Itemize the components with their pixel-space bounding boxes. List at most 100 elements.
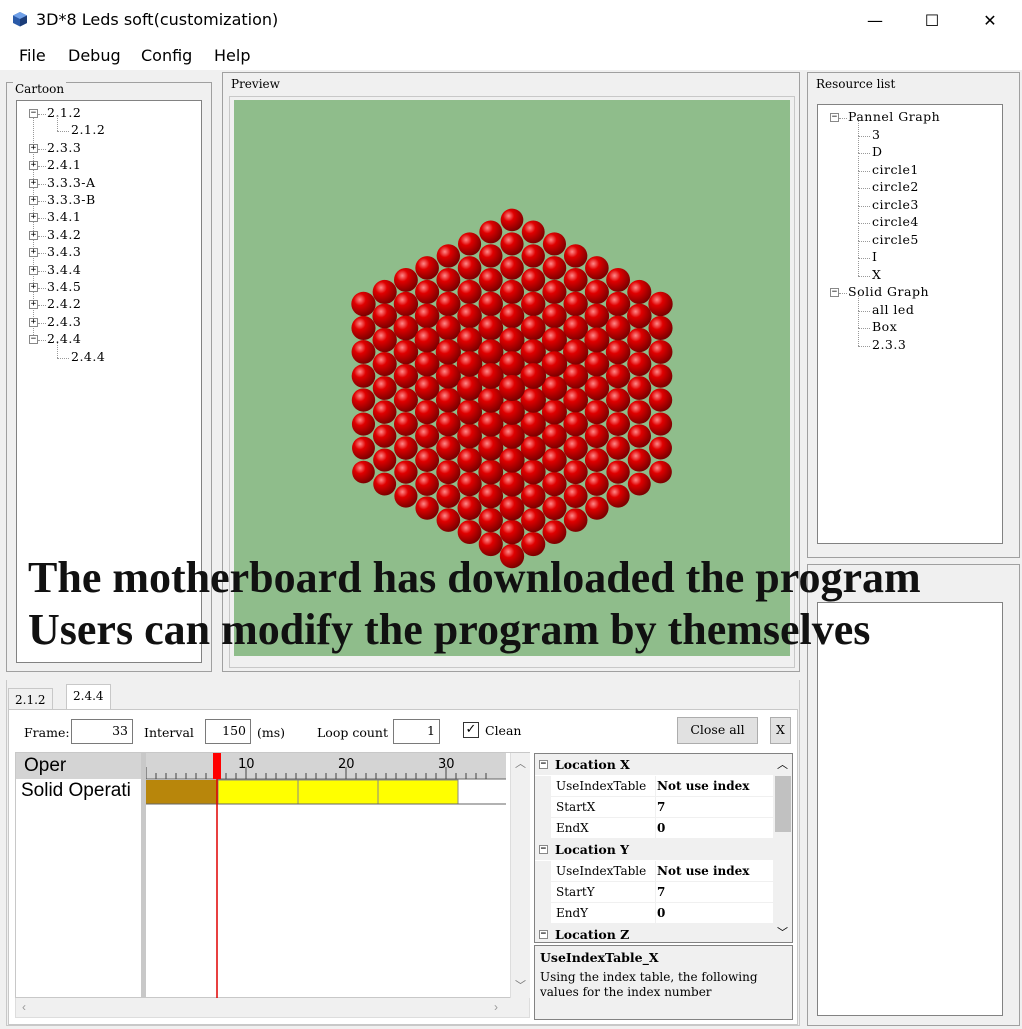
timeline-vscrollbar[interactable]: ︿ ﹀ bbox=[510, 753, 530, 998]
tree-toggle-icon[interactable]: + bbox=[29, 283, 38, 292]
operation-segment[interactable] bbox=[217, 779, 459, 805]
tree-item-3-4-4[interactable]: +3.4.4 bbox=[17, 262, 197, 279]
resource-item[interactable]: I bbox=[818, 243, 998, 266]
scroll-thumb[interactable] bbox=[775, 776, 791, 832]
tree-toggle-icon[interactable]: − bbox=[29, 335, 38, 345]
tree-connector bbox=[57, 357, 69, 359]
timeline[interactable]: Oper Solid Operati 10 20 30 ︿ ﹀ bbox=[15, 752, 530, 998]
scroll-down-icon[interactable]: ﹀ bbox=[515, 977, 526, 993]
tree-toggle-icon[interactable]: − bbox=[29, 109, 38, 118]
timeline-track[interactable]: 10 20 30 bbox=[146, 753, 506, 998]
property-value[interactable]: 7 bbox=[657, 882, 773, 903]
resource-group-solid-graph[interactable]: − Solid Graph bbox=[818, 284, 998, 301]
scroll-up-icon[interactable]: ︿ bbox=[777, 756, 788, 772]
property-row[interactable]: UseIndexTable Not use index bbox=[535, 776, 773, 797]
led-sphere bbox=[520, 459, 546, 485]
playhead-handle[interactable] bbox=[213, 753, 221, 779]
tree-toggle-icon[interactable]: − bbox=[830, 113, 839, 122]
tree-toggle-icon[interactable]: + bbox=[29, 300, 38, 310]
property-row[interactable]: StartY 7 bbox=[535, 882, 773, 903]
loop-count-input[interactable]: 1 bbox=[393, 719, 440, 744]
tree-toggle-icon[interactable]: + bbox=[29, 143, 38, 153]
menu-debug[interactable]: Debug bbox=[68, 46, 121, 65]
resource-item[interactable]: 2.3.3 bbox=[818, 330, 998, 354]
tree-child-2-4-4[interactable]: 2.4.4 bbox=[17, 342, 197, 366]
property-category[interactable]: − Location X bbox=[535, 754, 773, 775]
scroll-right-icon[interactable]: › bbox=[494, 1000, 498, 1014]
property-row[interactable]: EndX 0 bbox=[535, 818, 773, 839]
tree-item-3-3-3-B[interactable]: +3.3.3-B bbox=[17, 192, 197, 209]
collapse-icon[interactable]: − bbox=[539, 930, 548, 939]
led-sphere bbox=[372, 327, 397, 353]
tree-toggle-icon[interactable]: + bbox=[29, 317, 38, 327]
tab-2-4-4[interactable]: 2.4.4 bbox=[66, 684, 111, 710]
menu-file[interactable]: File bbox=[19, 46, 46, 65]
tree-toggle-icon[interactable]: + bbox=[29, 248, 38, 258]
resource-item[interactable]: circle5 bbox=[818, 225, 998, 249]
scroll-up-icon[interactable]: ︿ bbox=[515, 755, 526, 771]
timeline-row-label[interactable]: Solid Operati bbox=[16, 779, 141, 805]
tree-child-2-1-2[interactable]: 2.1.2 bbox=[17, 116, 197, 139]
property-value[interactable]: 7 bbox=[657, 797, 773, 818]
tree-item-2-4-2[interactable]: +2.4.2 bbox=[17, 296, 197, 313]
scroll-left-icon[interactable]: ‹ bbox=[22, 1000, 26, 1014]
tree-toggle-icon[interactable]: + bbox=[29, 196, 38, 205]
property-value[interactable]: Not use index bbox=[657, 861, 773, 882]
resource-item[interactable]: Box bbox=[818, 313, 998, 336]
tree-item-2-4-3[interactable]: +2.4.3 bbox=[17, 314, 197, 331]
resource-item[interactable]: circle4 bbox=[818, 208, 998, 231]
resource-item[interactable]: 3 bbox=[818, 120, 998, 144]
tree-item-3-4-3[interactable]: +3.4.3 bbox=[17, 244, 197, 261]
clean-checkbox[interactable]: ✓ bbox=[463, 722, 479, 738]
tree-connector bbox=[57, 131, 69, 133]
tree-item-3-4-1[interactable]: +3.4.1 bbox=[17, 209, 197, 226]
tree-item-2-4-4[interactable]: −2.4.4 bbox=[17, 331, 197, 348]
property-category[interactable]: − Location Z bbox=[535, 924, 773, 942]
close-tab-button[interactable]: X bbox=[770, 717, 791, 744]
tree-item-3-4-5[interactable]: +3.4.5 bbox=[17, 279, 197, 296]
tree-toggle-icon[interactable]: − bbox=[830, 288, 839, 297]
tree-toggle-icon[interactable]: + bbox=[29, 265, 38, 275]
tree-item-2-1-2[interactable]: −2.1.2 bbox=[17, 105, 197, 122]
resource-item[interactable]: circle1 bbox=[818, 155, 998, 179]
collapse-icon[interactable]: − bbox=[539, 760, 548, 769]
resource-item[interactable]: circle3 bbox=[818, 190, 998, 214]
property-row[interactable]: StartX 7 bbox=[535, 797, 773, 818]
menu-help[interactable]: Help bbox=[214, 46, 250, 65]
tree-item-2-4-1[interactable]: +2.4.1 bbox=[17, 157, 197, 174]
timeline-hscrollbar[interactable]: ‹ › bbox=[15, 998, 530, 1018]
tree-connector bbox=[858, 173, 859, 188]
resource-item[interactable]: X bbox=[818, 260, 998, 284]
tree-item-3-4-2[interactable]: +3.4.2 bbox=[17, 227, 197, 244]
scroll-down-icon[interactable]: ﹀ bbox=[777, 924, 788, 940]
property-value[interactable]: 0 bbox=[657, 903, 773, 924]
resource-item[interactable]: all led bbox=[818, 295, 998, 319]
resource-group-pannel-graph[interactable]: − Pannel Graph bbox=[818, 109, 998, 126]
tree-toggle-icon[interactable]: + bbox=[29, 230, 38, 240]
tab-2-1-2[interactable]: 2.1.2 bbox=[8, 688, 53, 711]
menu-config[interactable]: Config bbox=[141, 46, 192, 65]
property-category[interactable]: − Location Y bbox=[535, 839, 773, 860]
tree-item-3-3-3-A[interactable]: +3.3.3-A bbox=[17, 175, 197, 192]
property-row[interactable]: UseIndexTable Not use index bbox=[535, 861, 773, 882]
tree-item-2-3-3[interactable]: +2.3.3 bbox=[17, 140, 197, 157]
property-value[interactable]: 0 bbox=[657, 818, 773, 839]
led-sphere bbox=[373, 472, 397, 496]
close-all-button[interactable]: Close all bbox=[677, 717, 758, 744]
resource-item[interactable]: circle2 bbox=[818, 173, 998, 196]
close-window-button[interactable]: ✕ bbox=[967, 6, 1013, 34]
minimize-button[interactable]: — bbox=[852, 6, 898, 34]
property-scrollbar[interactable]: ︿ ﹀ bbox=[773, 754, 792, 942]
tree-toggle-icon[interactable]: + bbox=[29, 178, 38, 188]
maximize-button[interactable]: ☐ bbox=[909, 6, 955, 34]
property-grid[interactable]: − Location X UseIndexTable Not use index Sta… bbox=[534, 753, 793, 943]
tree-toggle-icon[interactable]: + bbox=[29, 213, 38, 223]
property-row[interactable]: EndY 0 bbox=[535, 903, 773, 924]
collapse-icon[interactable]: − bbox=[539, 845, 548, 854]
resource-tree[interactable]: − Pannel Graph 3 Dcircle1 circle2 circle3 circ… bbox=[817, 104, 1003, 544]
interval-input[interactable]: 150 bbox=[205, 719, 251, 744]
property-value[interactable]: Not use index bbox=[657, 776, 773, 797]
tree-toggle-icon[interactable]: + bbox=[29, 161, 38, 171]
frame-input[interactable]: 33 bbox=[71, 719, 133, 744]
resource-item[interactable]: D bbox=[818, 138, 998, 161]
